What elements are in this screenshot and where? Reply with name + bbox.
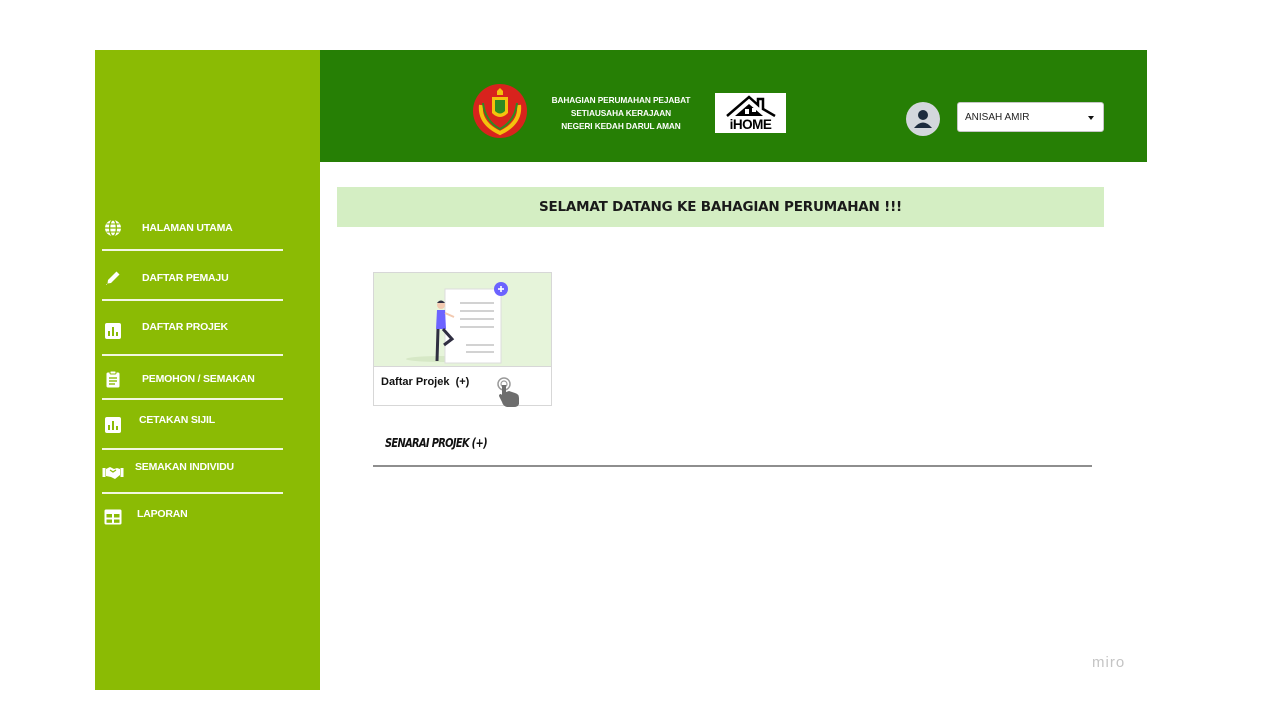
sidebar-item-daftar-projek[interactable]: DAFTAR PROJEK: [102, 320, 282, 342]
sidebar-item-label: HALAMAN UTAMA: [142, 222, 233, 234]
sidebar: HALAMAN UTAMA DAFTAR PEMAJU DAFTAR PROJE…: [95, 50, 320, 690]
pen-icon: [102, 267, 124, 289]
sidebar-divider: [102, 299, 283, 301]
sidebar-item-label: SEMAKAN INDIVIDU: [135, 461, 234, 473]
bar-chart-icon: [102, 320, 124, 342]
sidebar-item-daftar-pemaju[interactable]: DAFTAR PEMAJU: [102, 267, 282, 289]
sidebar-item-pemohon-semakan[interactable]: PEMOHON / SEMAKAN: [102, 368, 282, 390]
ihome-logo: iHOME: [715, 93, 786, 133]
org-line: BAHAGIAN PERUMAHAN PEJABAT: [551, 95, 691, 105]
handshake-icon: [102, 461, 124, 483]
sidebar-item-laporan[interactable]: LAPORAN: [102, 506, 282, 528]
sidebar-item-label: DAFTAR PEMAJU: [142, 272, 229, 284]
list-divider: [373, 465, 1092, 467]
org-line: SETIAUSAHA KERAJAAN: [570, 108, 672, 118]
user-select-dropdown[interactable]: ANISAH AMIR: [957, 102, 1104, 132]
sidebar-item-cetakan-sijil[interactable]: CETAKAN SIJIL: [102, 414, 282, 436]
sidebar-divider: [102, 398, 283, 400]
daftar-projek-card[interactable]: Daftar Projek (+): [373, 272, 552, 407]
ihome-logo-text: iHOME: [729, 117, 772, 132]
sidebar-divider: [102, 354, 283, 356]
clipboard-icon: [102, 368, 124, 390]
table-icon: [102, 506, 124, 528]
sidebar-item-label: DAFTAR PROJEK: [142, 321, 228, 333]
organization-name: BAHAGIAN PERUMAHAN PEJABAT SETIAUSAHA KE…: [540, 94, 702, 133]
bar-chart-icon: [102, 414, 124, 436]
user-avatar-icon[interactable]: [906, 102, 940, 136]
sidebar-divider: [102, 448, 283, 450]
sidebar-divider: [102, 249, 283, 251]
sidebar-item-label: LAPORAN: [137, 508, 188, 520]
sidebar-item-label: PEMOHON / SEMAKAN: [142, 373, 255, 385]
globe-icon: [102, 217, 124, 239]
sidebar-item-label: CETAKAN SIJIL: [139, 414, 215, 426]
welcome-message: SELAMAT DATANG KE BAHAGIAN PERUMAHAN !!!: [538, 199, 903, 215]
hand-pointer-icon: [495, 377, 523, 407]
selected-user: ANISAH AMIR: [965, 111, 1030, 123]
sidebar-divider: [102, 492, 283, 494]
state-crest-icon: [471, 83, 529, 139]
org-line: NEGERI KEDAH DARUL AMAN: [561, 121, 681, 131]
senarai-projek-link[interactable]: SENARAI PROJEK (+): [385, 436, 488, 450]
sidebar-item-semakan-individu[interactable]: SEMAKAN INDIVIDU: [102, 461, 282, 483]
welcome-banner: SELAMAT DATANG KE BAHAGIAN PERUMAHAN !!!: [337, 187, 1104, 227]
chevron-down-icon: [1088, 116, 1094, 120]
sidebar-item-halaman-utama[interactable]: HALAMAN UTAMA: [102, 217, 282, 239]
card-label: Daftar Projek (+): [381, 376, 470, 388]
card-illustration: [374, 273, 551, 367]
miro-watermark: miro: [1092, 654, 1126, 671]
